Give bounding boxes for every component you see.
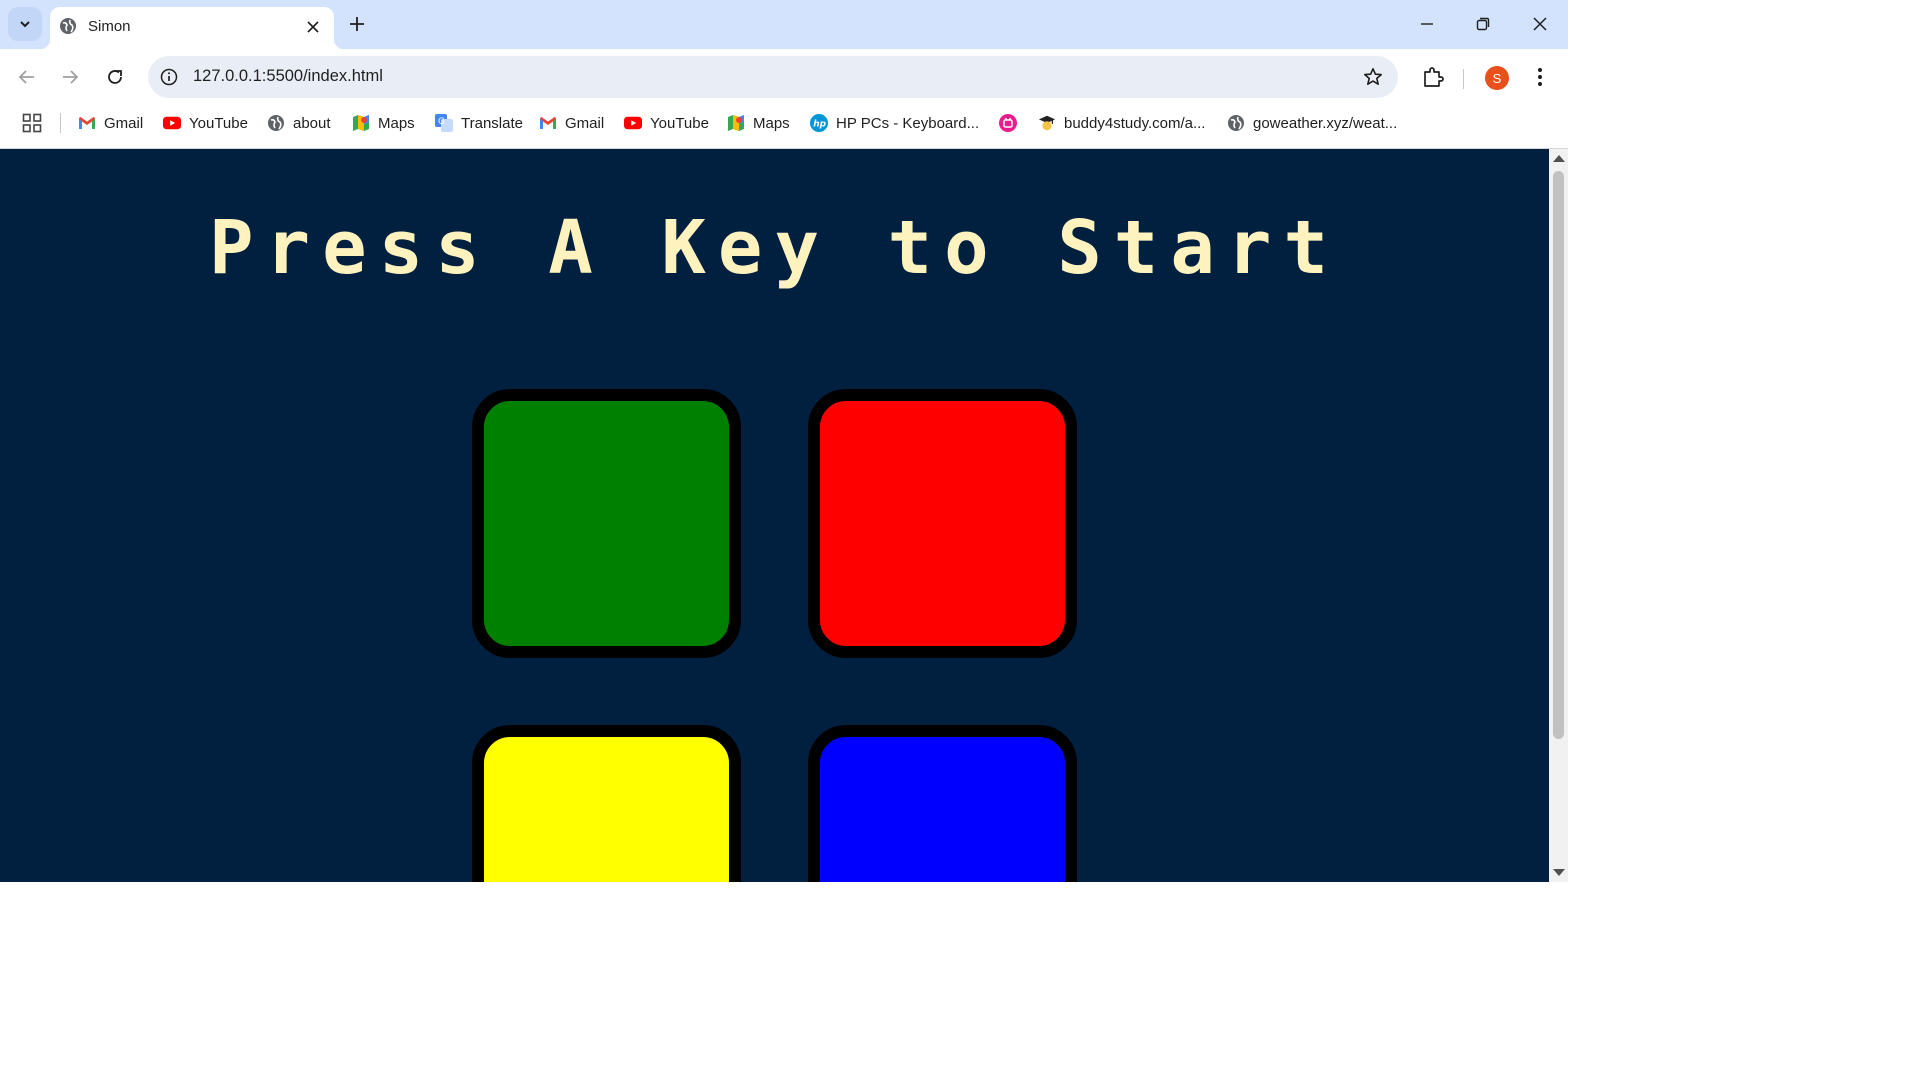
bookmark-youtube[interactable]: YouTube <box>163 109 248 137</box>
back-button[interactable] <box>13 63 41 91</box>
reload-icon <box>108 70 122 84</box>
plus-icon <box>350 17 364 31</box>
simon-game-page: Press A Key to Start <box>0 149 1549 882</box>
gmail-icon <box>539 114 557 132</box>
restore-button[interactable] <box>1471 12 1495 36</box>
bookmarks-bar: Gmail YouTube about Maps G Translate Gma… <box>0 105 1568 149</box>
globe-icon <box>267 114 285 132</box>
chevron-down-icon <box>20 21 30 28</box>
page-scrollbar[interactable] <box>1549 149 1568 882</box>
bookmark-gmail[interactable]: Gmail <box>78 109 143 137</box>
graduate-icon <box>1038 114 1056 132</box>
bookmark-label: about <box>293 114 331 132</box>
bookmark-label: HP PCs - Keyboard... <box>836 114 980 132</box>
extensions-button[interactable] <box>1420 63 1446 91</box>
bookmark-goweather[interactable]: goweather.xyz/weat... <box>1227 109 1397 137</box>
toolbar-separator <box>1463 69 1464 89</box>
red-button[interactable] <box>808 389 1077 658</box>
bookmark-label: Translate <box>461 114 523 132</box>
blue-button[interactable] <box>808 725 1077 882</box>
bookmarks-separator <box>60 113 61 133</box>
globe-icon <box>1227 114 1245 132</box>
forward-button[interactable] <box>56 63 84 91</box>
tab-search-button[interactable] <box>8 7 42 41</box>
address-bar[interactable]: 127.0.0.1:5500/index.html <box>148 56 1398 98</box>
bookmark-label: Gmail <box>104 114 144 132</box>
arrow-right-icon <box>63 70 79 84</box>
svg-text:hp: hp <box>813 120 826 130</box>
bookmark-label: YouTube <box>650 114 709 132</box>
minimize-icon <box>1421 23 1433 25</box>
puzzle-icon <box>1424 67 1444 87</box>
bookmark-hp[interactable]: hp HP PCs - Keyboard... <box>810 109 979 137</box>
green-button[interactable] <box>472 389 741 658</box>
bookmark-youtube-2[interactable]: YouTube <box>624 109 709 137</box>
maps-icon <box>727 114 745 132</box>
close-window-button[interactable] <box>1528 12 1552 36</box>
maps-icon <box>352 114 370 132</box>
bookmark-maps[interactable]: Maps <box>352 109 415 137</box>
hp-icon: hp <box>810 114 828 132</box>
level-title: Press A Key to Start <box>208 205 1341 291</box>
bookmark-gmail-2[interactable]: Gmail <box>539 109 604 137</box>
tab-active[interactable]: Simon <box>40 7 344 49</box>
bookmark-buddy4study[interactable]: buddy4study.com/a... <box>1038 109 1205 137</box>
more-vertical-icon <box>1538 68 1542 86</box>
new-tab-button[interactable] <box>345 12 369 36</box>
info-icon <box>160 68 178 86</box>
bookmark-translate[interactable]: G Translate <box>435 109 523 137</box>
globe-icon <box>60 18 76 34</box>
bookmark-label: Maps <box>753 114 790 132</box>
scroll-down-arrow-icon[interactable] <box>1553 869 1565 876</box>
app-pink-icon <box>999 114 1017 132</box>
gmail-icon <box>78 114 96 132</box>
minimize-button[interactable] <box>1415 12 1439 36</box>
arrow-left-icon <box>18 70 34 84</box>
reload-button[interactable] <box>101 63 129 91</box>
tab-strip: Simon <box>0 0 1568 49</box>
url-text[interactable]: 127.0.0.1:5500/index.html <box>193 67 383 86</box>
translate-icon: G <box>435 114 453 132</box>
bookmark-label: Maps <box>378 114 415 132</box>
bookmark-label: buddy4study.com/a... <box>1064 114 1206 132</box>
scrollbar-thumb[interactable] <box>1553 171 1564 739</box>
bookmark-star-button[interactable] <box>1362 66 1384 88</box>
profile-avatar[interactable]: S <box>1485 66 1509 90</box>
tab-close-button[interactable] <box>304 18 322 36</box>
site-info-button[interactable] <box>159 67 179 87</box>
bookmark-pink-app[interactable] <box>999 109 1025 137</box>
bookmark-label: Gmail <box>565 114 605 132</box>
browser-menu-button[interactable] <box>1530 64 1550 90</box>
scroll-up-arrow-icon[interactable] <box>1553 155 1565 162</box>
star-icon <box>1364 68 1382 85</box>
svg-text:G: G <box>438 117 445 127</box>
restore-icon <box>1476 17 1490 31</box>
bookmark-about[interactable]: about <box>267 109 331 137</box>
close-icon <box>1533 17 1547 31</box>
browser-toolbar: 127.0.0.1:5500/index.html S <box>0 49 1568 105</box>
tab-title: Simon <box>88 18 131 35</box>
close-icon <box>307 21 319 33</box>
bookmark-maps-2[interactable]: Maps <box>727 109 790 137</box>
youtube-icon <box>163 114 181 132</box>
apps-grid-icon[interactable] <box>22 113 42 133</box>
bookmark-label: goweather.xyz/weat... <box>1253 114 1398 132</box>
youtube-icon <box>624 114 642 132</box>
bookmark-label: YouTube <box>189 114 248 132</box>
yellow-button[interactable] <box>472 725 741 882</box>
